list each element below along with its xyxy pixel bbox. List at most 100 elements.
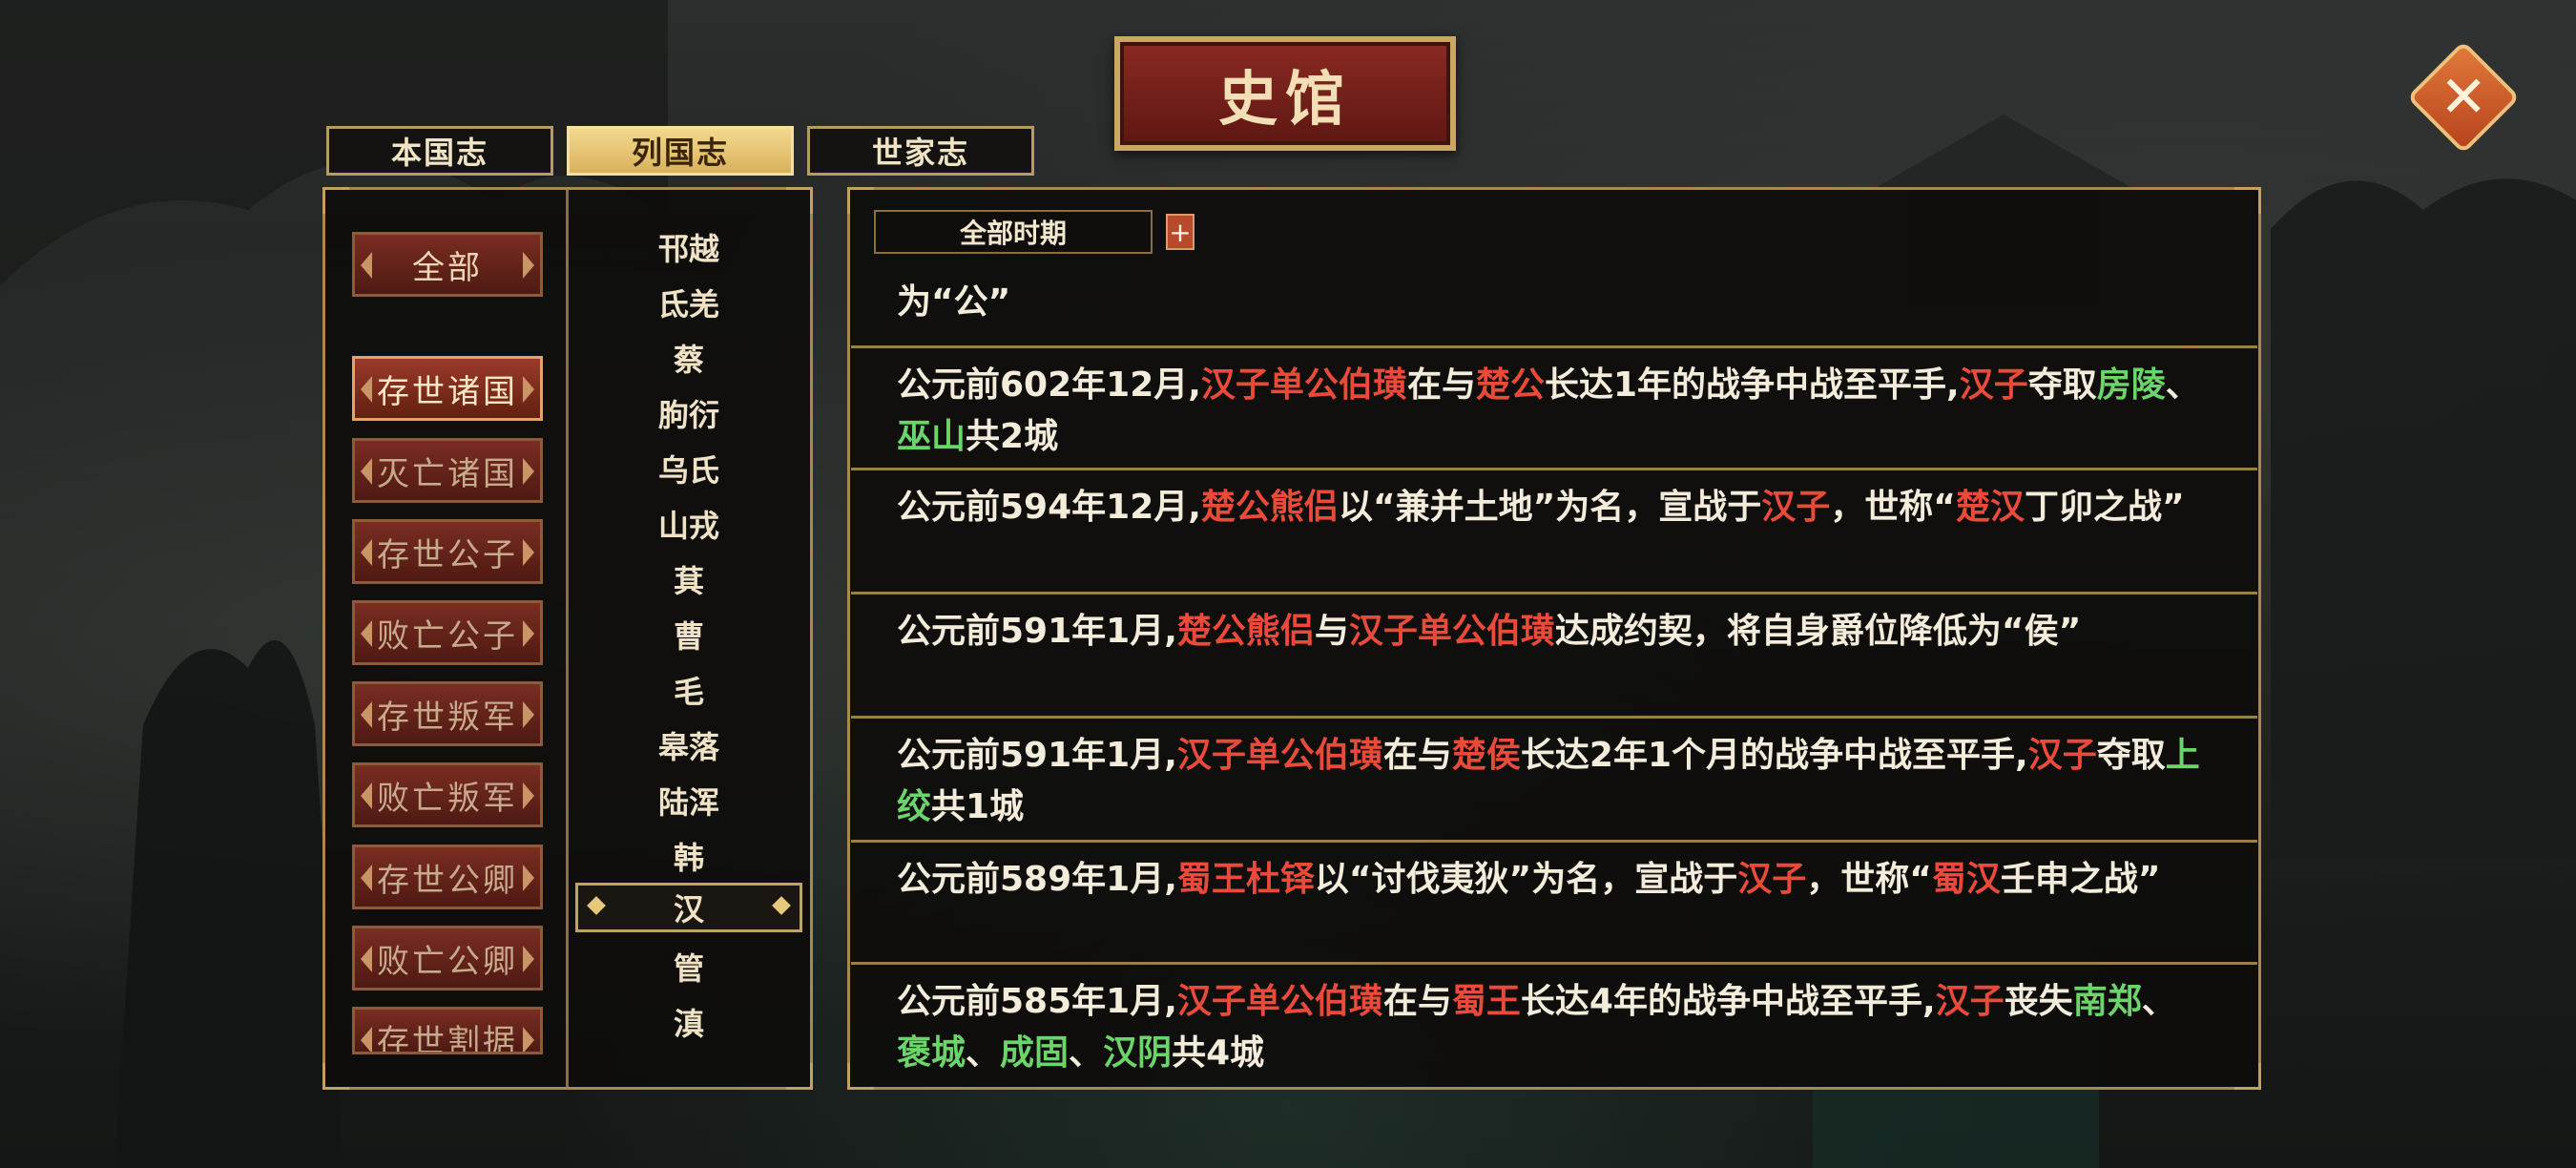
category-existing-states[interactable]: 存世诸国 xyxy=(352,356,543,421)
category-fallen-rebels[interactable]: 败亡叛军 xyxy=(352,762,543,827)
person-name: 汉子单公伯璜 xyxy=(1176,736,1383,775)
person-name: 汉子单公伯璜 xyxy=(1200,365,1407,405)
city-name: 巫山 xyxy=(897,417,966,456)
record-text: 公元前585年1月, xyxy=(897,982,1177,1021)
record-text: 壬申之战” xyxy=(2000,860,2161,899)
record-text: 为“公” xyxy=(897,282,1011,322)
record-text: 在与 xyxy=(1382,982,1452,1021)
state-item[interactable]: 蔡 xyxy=(571,333,806,383)
record-text: 夺取 xyxy=(2027,365,2097,405)
record-text: 丧失 xyxy=(2004,982,2073,1021)
person-name: 楚公 xyxy=(1475,365,1545,405)
state-item[interactable]: 氐羌 xyxy=(571,278,806,327)
record-text: 共4城 xyxy=(1172,1033,1265,1073)
person-name: 楚侯 xyxy=(1451,736,1521,775)
city-name: 汉阴 xyxy=(1103,1033,1173,1073)
record-text: 公元前602年12月, xyxy=(897,365,1201,405)
record-text: 公元前594年12月, xyxy=(897,488,1201,527)
state-item[interactable]: 乌氏 xyxy=(571,444,806,493)
record-text: 以“讨伐夷狄”为名，宣战于 xyxy=(1314,860,1738,899)
state-item[interactable]: 萁 xyxy=(571,554,806,604)
record-text: 共1城 xyxy=(931,787,1025,826)
city-name: 房陵 xyxy=(2096,365,2166,405)
record-text: 公元前591年1月, xyxy=(897,736,1177,775)
record-text: 长达1年的战争中战至平手, xyxy=(1544,365,1960,405)
state-item[interactable]: 朐衍 xyxy=(571,388,806,438)
category-all[interactable]: 全部 xyxy=(352,232,543,297)
category-existing-ministers[interactable]: 存世公卿 xyxy=(352,845,543,909)
state-item[interactable]: 邗越 xyxy=(571,222,806,272)
record-text: 达成约契，将自身爵位降低为“侯” xyxy=(1554,612,2082,651)
record-text: 夺取 xyxy=(2096,736,2166,775)
person-name: 蜀汉 xyxy=(1931,860,2001,899)
record-text: 、 xyxy=(2141,982,2176,1021)
person-name: 楚公熊侣 xyxy=(1176,612,1315,651)
period-filter-select[interactable]: 全部时期 xyxy=(874,210,1153,254)
person-name: 汉子 xyxy=(1761,488,1831,527)
add-filter-button[interactable]: + xyxy=(1166,214,1195,250)
person-name: 楚公熊侣 xyxy=(1200,488,1339,527)
state-item[interactable]: 山戎 xyxy=(571,499,806,549)
record-text: 、 xyxy=(966,1033,1001,1073)
record-text: 丁卯之战” xyxy=(2024,488,2185,527)
person-name: 楚汉 xyxy=(1955,488,2025,527)
state-label: 汉 xyxy=(673,891,704,928)
record-text: 以“兼并土地”为名，宣战于 xyxy=(1338,488,1762,527)
category-fallen-princes[interactable]: 败亡公子 xyxy=(352,600,543,665)
state-item[interactable]: 毛 xyxy=(571,665,806,715)
history-record: 公元前594年12月,楚公熊侣以“兼并土地”为名，宣战于汉子，世称“楚汉丁卯之战… xyxy=(851,468,2257,592)
state-item[interactable]: 韩 xyxy=(571,831,806,881)
category-fallen-ministers[interactable]: 败亡公卿 xyxy=(352,926,543,991)
record-text: 在与 xyxy=(1382,736,1452,775)
record-text: ，世称“ xyxy=(1830,488,1956,527)
category-existing-warlords[interactable]: 存世割据 xyxy=(352,1007,543,1054)
state-item[interactable]: 滇 xyxy=(571,997,806,1047)
record-text: 长达2年1个月的战争中战至平手, xyxy=(1520,736,2028,775)
city-name: 成固 xyxy=(1000,1033,1070,1073)
diamond-icon xyxy=(772,896,791,915)
person-name: 汉子单公伯璜 xyxy=(1176,982,1383,1021)
record-text: 共2城 xyxy=(966,417,1059,456)
state-item[interactable]: 陆浑 xyxy=(571,776,806,825)
record-text: 与 xyxy=(1314,612,1349,651)
state-item-selected[interactable]: 汉 xyxy=(575,883,802,932)
category-existing-rebels[interactable]: 存世叛军 xyxy=(352,681,543,746)
record-text: 、 xyxy=(2165,365,2200,405)
record-text: 在与 xyxy=(1406,365,1476,405)
history-record: 公元前589年1月,蜀王杜铎以“讨伐夷狄”为名，宣战于汉子，世称“蜀汉壬申之战” xyxy=(851,840,2257,962)
state-item[interactable]: 曹 xyxy=(571,610,806,659)
close-icon: ✕ xyxy=(2439,64,2488,131)
history-record: 公元前602年12月,汉子单公伯璜在与楚公长达1年的战争中战至平手,汉子夺取房陵… xyxy=(851,345,2257,468)
history-record: 为“公” xyxy=(851,265,2257,345)
state-item[interactable]: 皋落 xyxy=(571,720,806,770)
page-title: 史馆 xyxy=(1114,36,1456,151)
city-name: 南郑 xyxy=(2072,982,2142,1021)
category-existing-princes[interactable]: 存世公子 xyxy=(352,519,543,584)
record-text: 、 xyxy=(1069,1033,1104,1073)
record-text: 公元前589年1月, xyxy=(897,860,1177,899)
record-text: 公元前591年1月, xyxy=(897,612,1177,651)
person-name: 汉子 xyxy=(2027,736,2097,775)
history-record: 公元前591年1月,楚公熊侣与汉子单公伯璜达成约契，将自身爵位降低为“侯” xyxy=(851,592,2257,716)
close-button[interactable]: ✕ xyxy=(2406,40,2521,155)
person-name: 汉子 xyxy=(1959,365,2028,405)
history-record-list[interactable]: 为“公” 公元前602年12月,汉子单公伯璜在与楚公长达1年的战争中战至平手,汉子… xyxy=(851,265,2257,1082)
tab-shijia[interactable]: 世家志 xyxy=(807,126,1034,176)
city-name: 褒城 xyxy=(897,1033,966,1073)
record-text: 长达4年的战争中战至平手, xyxy=(1520,982,1936,1021)
category-panel: 全部 存世诸国 灭亡诸国 存世公子 败亡公子 存世叛军 败亡叛军 存世公卿 败亡… xyxy=(322,187,813,1090)
category-fallen-states[interactable]: 灭亡诸国 xyxy=(352,438,543,503)
person-name: 汉子单公伯璜 xyxy=(1348,612,1555,651)
person-name: 汉子 xyxy=(1737,860,1807,899)
tab-lieguo[interactable]: 列国志 xyxy=(567,126,794,176)
person-name: 汉子 xyxy=(1935,982,2005,1021)
person-name: 蜀王 xyxy=(1451,982,1521,1021)
person-name: 蜀王杜铎 xyxy=(1176,860,1315,899)
state-item[interactable]: 管 xyxy=(571,942,806,991)
record-text: ，世称“ xyxy=(1806,860,1932,899)
diamond-icon xyxy=(587,896,606,915)
history-record: 公元前591年1月,汉子单公伯璜在与楚侯长达2年1个月的战争中战至平手,汉子夺取… xyxy=(851,716,2257,840)
panel-divider xyxy=(566,190,569,1087)
tab-benguo[interactable]: 本国志 xyxy=(326,126,553,176)
history-record: 公元前585年1月,汉子单公伯璜在与蜀王长达4年的战争中战至平手,汉子丧失南郑、… xyxy=(851,962,2257,1082)
